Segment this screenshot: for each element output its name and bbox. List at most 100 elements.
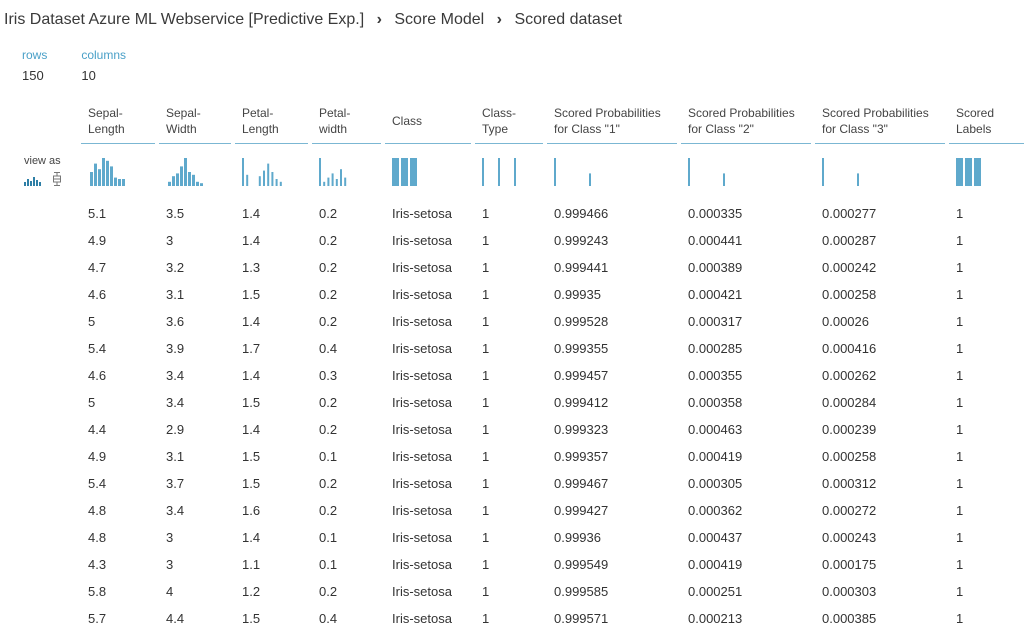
dataset-stats: rows 150 columns 10 [22,48,126,83]
table-cell: 1 [482,287,490,302]
column-histogram[interactable] [815,157,945,187]
table-cell: 5 [88,395,96,410]
table-cell: 1 [956,314,964,329]
column-header[interactable]: Sepal- Width [159,98,231,144]
table-row[interactable]: 4.3 3 1.1 0.1 Iris-setosa 1 0.999549 0.000419 0.… [81,551,1024,578]
histogram-bar [340,169,342,186]
table-cell: 0.999549 [554,557,609,572]
table-cell: 3.1 [166,449,185,464]
column-histogram[interactable] [385,157,471,187]
table-cell: 1.5 [242,611,261,626]
histogram-bar [90,172,93,186]
column-header[interactable]: Sepal- Length [81,98,155,144]
table-cell: 0.000213 [688,611,743,626]
histogram-bar [114,177,117,186]
table-row[interactable]: 4.6 3.1 1.5 0.2 Iris-setosa 1 0.99935 0.000421 0… [81,281,1024,308]
table-cell: 1.5 [242,287,261,302]
histogram-bar [98,169,101,186]
column-histogram[interactable] [81,157,155,187]
table-cell: 0.999466 [554,206,609,221]
histogram-bar [246,174,249,186]
table-cell: 5.8 [88,584,107,599]
table-cell: 3.5 [166,206,185,221]
breadcrumb-module[interactable]: Score Model [394,11,484,28]
column-histogram[interactable] [681,157,811,187]
column-histogram[interactable] [949,157,1024,187]
table-cell: 0.000285 [688,341,743,356]
columns-value: 10 [81,68,96,83]
table-row[interactable]: 4.6 3.4 1.4 0.3 Iris-setosa 1 0.999457 0.000355… [81,362,1024,389]
chevron-right-icon: › [376,11,382,28]
data-table: Sepal- Length Sepal- Width Petal- Length Pe… [81,98,1024,632]
table-cell: 0.000355 [688,368,743,383]
table-cell: 1 [956,287,964,302]
table-cell: 1 [956,233,964,248]
table-cell: 3.2 [166,260,185,275]
table-cell: 0.000362 [688,503,743,518]
table-row[interactable]: 4.7 3.2 1.3 0.2 Iris-setosa 1 0.999441 0.000389… [81,254,1024,281]
table-cell: Iris-setosa [392,233,452,248]
column-histogram[interactable] [235,157,308,187]
table-cell: 3.4 [166,503,185,518]
column-header[interactable]: Petal- Length [235,98,308,144]
boxplot-icon[interactable] [52,172,62,186]
table-cell: 0.000317 [688,314,743,329]
column-histogram[interactable] [547,157,677,187]
column-header[interactable]: Scored Probabilities for Class "2" [681,98,811,144]
columns-label: columns [81,48,127,62]
table-row[interactable]: 5.1 3.5 1.4 0.2 Iris-setosa 1 0.999466 0.000335… [81,200,1024,227]
column-histogram[interactable] [475,157,543,187]
table-cell: 0.999528 [554,314,609,329]
table-header: Sepal- Length Sepal- Width Petal- Length Pe… [81,98,1024,144]
table-row[interactable]: 5 3.4 1.5 0.2 Iris-setosa 1 0.999412 0.000358 0.… [81,389,1024,416]
table-cell: 1.5 [242,476,261,491]
table-row[interactable]: 4.8 3.4 1.6 0.2 Iris-setosa 1 0.999427 0.000362… [81,497,1024,524]
table-cell: 0.000358 [688,395,743,410]
table-row[interactable]: 5 3.6 1.4 0.2 Iris-setosa 1 0.999528 0.000317 0.… [81,308,1024,335]
table-cell: 3 [166,530,174,545]
histogram-bar [271,172,274,186]
table-cell: 1.5 [242,395,261,410]
histogram-bar [482,158,484,186]
column-header[interactable]: Class- Type [475,98,543,144]
table-cell: 1 [956,503,964,518]
view-as: view as [24,155,62,186]
table-cell: 0.999467 [554,476,609,491]
column-header-label: Scored Probabilities for Class "3" [822,105,929,136]
rows-label: rows [22,48,48,62]
table-row[interactable]: 4.9 3.1 1.5 0.1 Iris-setosa 1 0.999357 0.000419… [81,443,1024,470]
table-row[interactable]: 5.8 4 1.2 0.2 Iris-setosa 1 0.999585 0.000251 0.… [81,578,1024,605]
column-header[interactable]: Scored Labels [949,98,1024,144]
table-row[interactable]: 4.9 3 1.4 0.2 Iris-setosa 1 0.999243 0.000441 0.… [81,227,1024,254]
histogram-bar [401,158,408,186]
table-row[interactable]: 4.8 3 1.4 0.1 Iris-setosa 1 0.99936 0.000437 0.0… [81,524,1024,551]
table-cell: 1.4 [242,368,261,383]
column-header[interactable]: Class [385,98,471,144]
table-cell: 0.4 [319,341,338,356]
breadcrumb-experiment[interactable]: Iris Dataset Azure ML Webservice [Predic… [4,11,364,28]
column-histogram[interactable] [312,157,381,187]
histogram-icon[interactable] [24,176,42,186]
table-cell: 0.000262 [822,368,877,383]
table-cell: 0.000416 [822,341,877,356]
table-row[interactable]: 5.4 3.9 1.7 0.4 Iris-setosa 1 0.999355 0.000285… [81,335,1024,362]
table-cell: 0.1 [319,557,338,572]
table-cell: 0.000441 [688,233,743,248]
column-header[interactable]: Scored Probabilities for Class "1" [547,98,677,144]
table-cell: 4.8 [88,530,107,545]
table-cell: 1.1 [242,557,261,572]
table-cell: 1.7 [242,341,261,356]
table-cell: 0.000419 [688,557,743,572]
table-cell: 1.2 [242,584,261,599]
column-histogram[interactable] [159,157,231,187]
table-cell: 1 [956,395,964,410]
table-row[interactable]: 5.4 3.7 1.5 0.2 Iris-setosa 1 0.999467 0.000305… [81,470,1024,497]
table-cell: 0.000437 [688,530,743,545]
table-row[interactable]: 5.7 4.4 1.5 0.4 Iris-setosa 1 0.999571 0.000213… [81,605,1024,632]
histogram-bar [514,158,516,186]
table-cell: 1 [956,449,964,464]
column-header[interactable]: Petal- width [312,98,381,144]
column-header[interactable]: Scored Probabilities for Class "3" [815,98,945,144]
histogram-bar [258,176,261,186]
table-row[interactable]: 4.4 2.9 1.4 0.2 Iris-setosa 1 0.999323 0.000463… [81,416,1024,443]
